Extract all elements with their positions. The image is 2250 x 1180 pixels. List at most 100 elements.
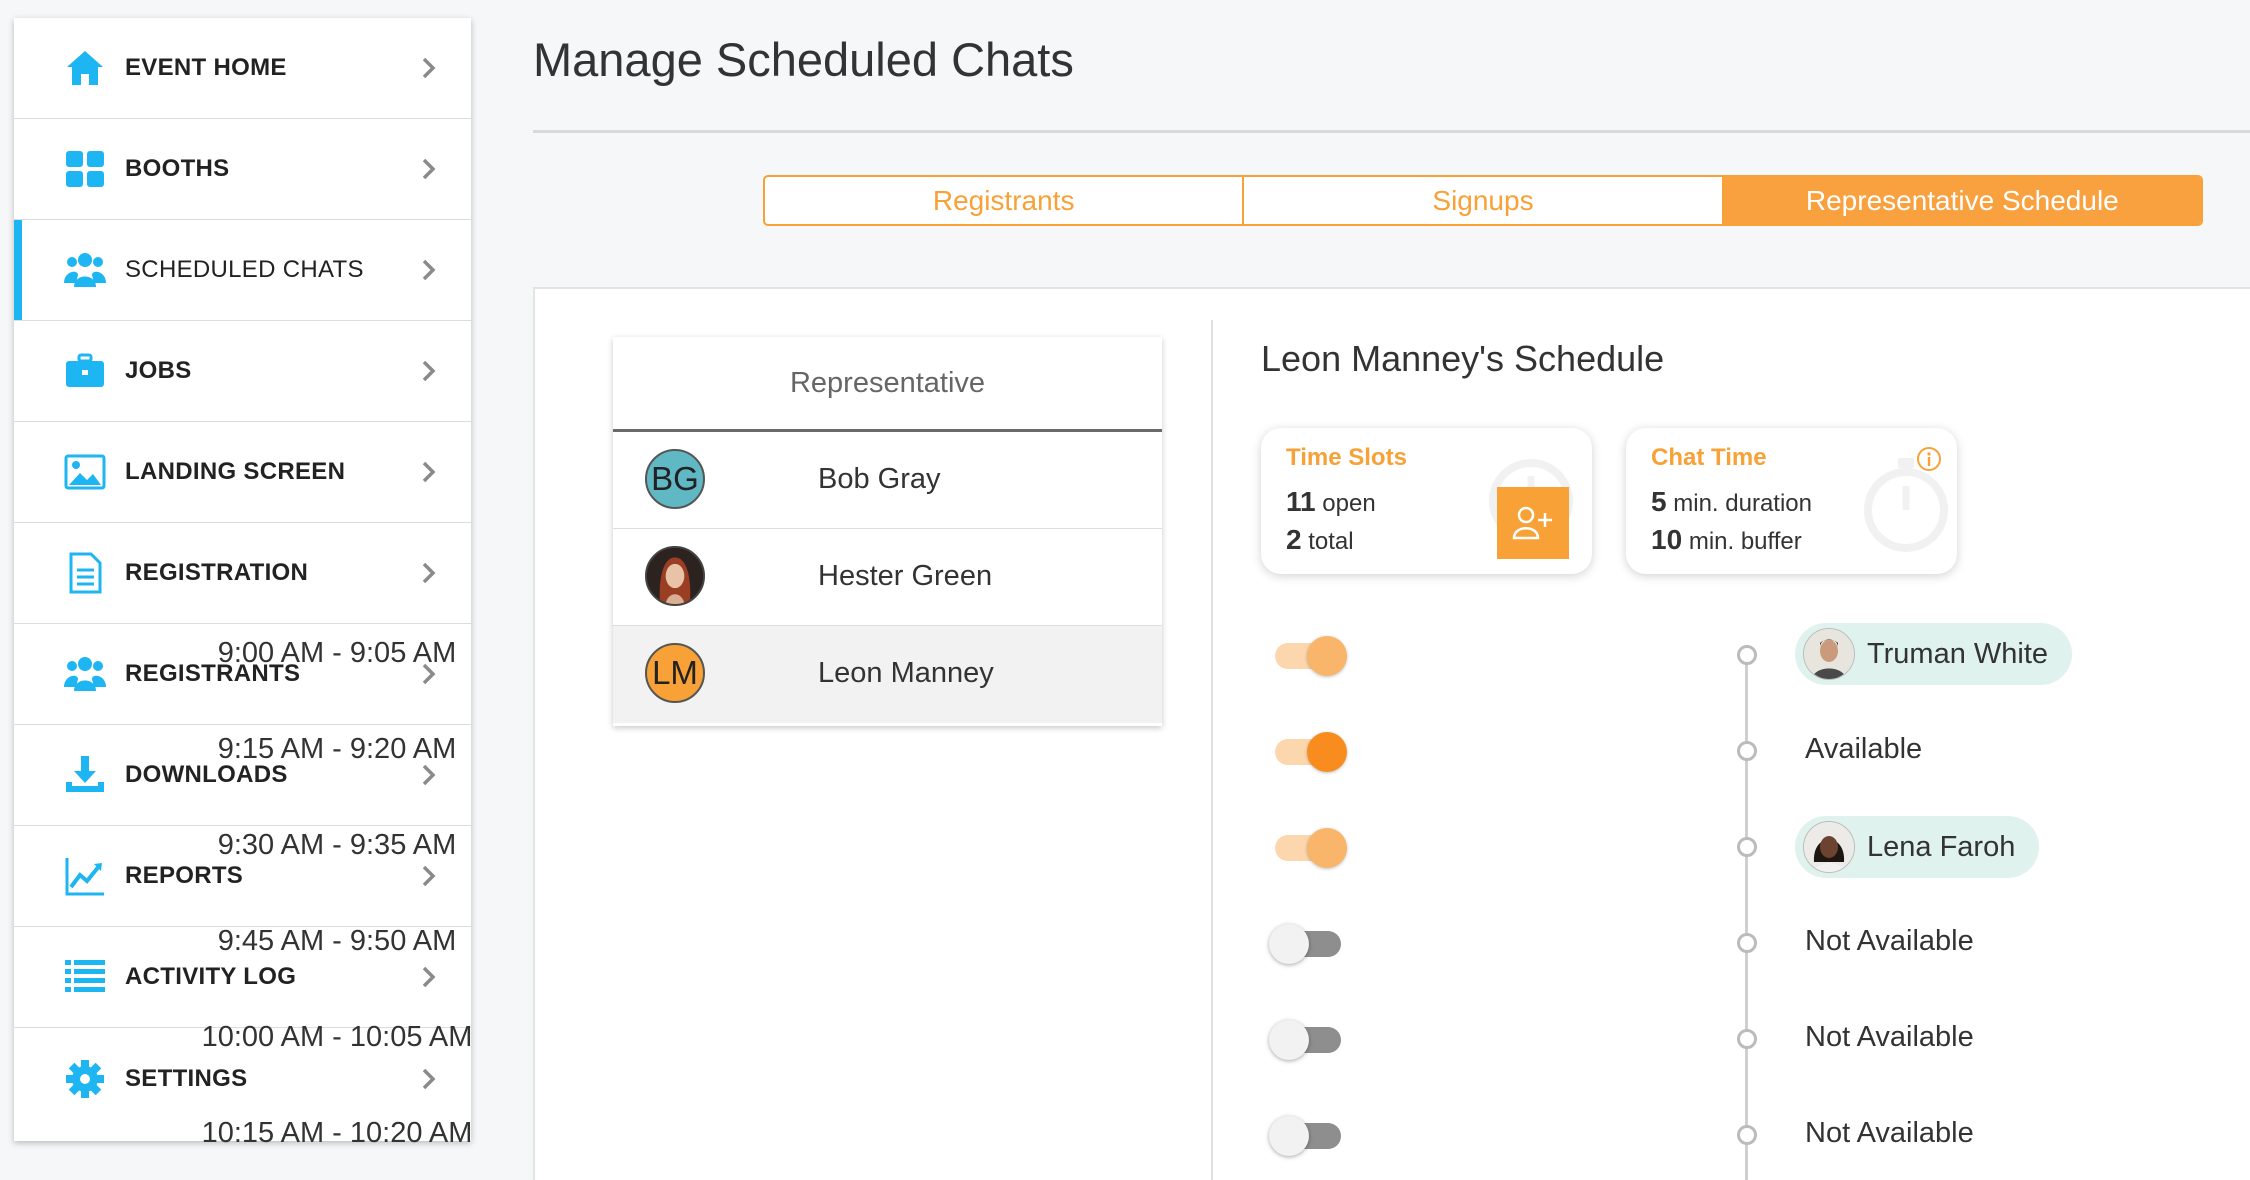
time-slots-title: Time Slots xyxy=(1286,444,1407,471)
sidebar-item-label: EVENT HOME xyxy=(125,54,287,81)
slot-toggle[interactable] xyxy=(1269,1116,1341,1156)
time-slot-row xyxy=(1261,1009,2161,1069)
avatar-initials: LM xyxy=(652,654,698,691)
avatar-initials: BG xyxy=(651,460,699,497)
users-icon xyxy=(64,249,106,291)
schedule-timeline xyxy=(1745,610,1748,1180)
chevron-right-icon xyxy=(422,663,436,685)
add-user-icon xyxy=(1512,506,1552,540)
chevron-right-icon xyxy=(422,1068,436,1089)
tab-registrants[interactable]: Registrants xyxy=(765,177,1242,224)
representative-name: Leon Manney xyxy=(818,657,994,689)
sidebar-item-scheduled-chats[interactable]: SCHEDULED CHATS xyxy=(14,220,471,321)
slot-toggle[interactable] xyxy=(1269,924,1341,964)
representative-name: Bob Gray xyxy=(818,463,941,495)
slot-status: Not Available xyxy=(1805,1021,1974,1053)
schedule-title: Leon Manney's Schedule xyxy=(1261,338,1665,379)
timeline-node xyxy=(1737,1125,1757,1145)
avatar xyxy=(1803,821,1855,873)
slot-toggle[interactable] xyxy=(1269,1020,1341,1060)
buffer-label: min. buffer xyxy=(1688,528,1802,555)
avatar xyxy=(645,546,705,606)
title-divider xyxy=(533,130,2250,133)
slot-toggle[interactable] xyxy=(1275,636,1347,676)
assignee-chip[interactable]: Truman White xyxy=(1795,623,2073,685)
chevron-right-icon xyxy=(422,57,436,79)
slot-toggle[interactable] xyxy=(1275,828,1347,868)
download-icon xyxy=(64,754,106,796)
duration-value: 5 xyxy=(1651,486,1667,517)
time-slot-row xyxy=(1261,1105,2161,1165)
avatar: LM xyxy=(645,643,705,703)
chevron-right-icon xyxy=(422,562,436,584)
sidebar-item-booths[interactable]: BOOTHS xyxy=(14,119,471,220)
column-header-representative: Representative xyxy=(613,337,1162,432)
sidebar-item-registration[interactable]: REGISTRATION xyxy=(14,523,471,624)
grid-icon xyxy=(64,148,106,190)
open-slots-count: 11 xyxy=(1286,486,1316,517)
time-slot-row xyxy=(1261,721,2161,781)
list-icon xyxy=(64,956,106,998)
image-icon xyxy=(64,451,106,493)
chevron-right-icon xyxy=(422,461,436,483)
sidebar-item-settings[interactable]: SETTINGS xyxy=(14,1028,471,1129)
sidebar-item-activity-log[interactable]: ACTIVITY LOG xyxy=(14,927,471,1028)
chevron-right-icon xyxy=(422,259,436,281)
timeline-node xyxy=(1737,837,1757,857)
timeline-node xyxy=(1737,741,1757,761)
tab-signups[interactable]: Signups xyxy=(1242,177,1721,224)
slot-status: Not Available xyxy=(1805,925,1974,957)
slot-toggle[interactable] xyxy=(1275,732,1347,772)
assignee-name: Lena Faroh xyxy=(1867,830,2016,863)
assignee-name: Truman White xyxy=(1867,637,2049,670)
sidebar-item-landing-screen[interactable]: LANDING SCREEN xyxy=(14,422,471,523)
chat-time-title: Chat Time xyxy=(1651,444,1767,471)
page-title: Manage Scheduled Chats xyxy=(533,33,1074,86)
users-icon xyxy=(64,653,106,695)
sidebar-item-label: JOBS xyxy=(125,357,192,384)
sidebar-item-reports[interactable]: REPORTS xyxy=(14,826,471,927)
sidebar-item-downloads[interactable]: DOWNLOADS xyxy=(14,725,471,826)
sidebar-item-label: REPORTS xyxy=(125,862,244,889)
chevron-right-icon xyxy=(422,865,436,887)
sidebar-item-label: REGISTRANTS xyxy=(125,660,301,687)
sidebar-item-label: REGISTRATION xyxy=(125,559,309,586)
tab-representative-schedule[interactable]: Representative Schedule xyxy=(1721,177,2201,224)
chart-icon xyxy=(64,855,106,897)
timeline-node xyxy=(1737,1029,1757,1049)
sidebar-nav: EVENT HOME BOOTHS SCHEDULED CHATS JOBS L… xyxy=(14,18,471,1141)
avatar xyxy=(1803,628,1855,680)
sidebar-item-label: LANDING SCREEN xyxy=(125,458,346,485)
sidebar-item-registrants[interactable]: REGISTRANTS xyxy=(14,624,471,725)
chat-time-card: Chat Time 5 min. duration 10 min. buffer xyxy=(1626,428,1957,574)
representative-table: Representative BG Bob Gray Hester Green … xyxy=(613,337,1162,726)
total-slots-count: 2 xyxy=(1286,524,1302,555)
slot-status: Not Available xyxy=(1805,1117,1974,1149)
assignee-chip[interactable]: Lena Faroh xyxy=(1795,816,2040,878)
representative-name: Hester Green xyxy=(818,560,993,592)
duration-label: min. duration xyxy=(1673,490,1812,517)
home-icon xyxy=(64,47,106,89)
panel-divider xyxy=(1211,320,1213,1180)
time-slot-row xyxy=(1261,913,2161,973)
buffer-value: 10 xyxy=(1651,524,1683,555)
sidebar-item-event-home[interactable]: EVENT HOME xyxy=(14,18,471,119)
sidebar-item-label: BOOTHS xyxy=(125,155,230,182)
briefcase-icon xyxy=(64,350,106,392)
chevron-right-icon xyxy=(422,360,436,382)
sidebar-item-label: ACTIVITY LOG xyxy=(125,963,297,990)
add-user-button[interactable] xyxy=(1497,487,1569,559)
chevron-right-icon xyxy=(422,764,436,786)
timeline-node xyxy=(1737,933,1757,953)
sidebar-item-label: DOWNLOADS xyxy=(125,761,288,788)
chevron-right-icon xyxy=(422,158,436,180)
document-icon xyxy=(64,552,106,594)
sidebar-item-jobs[interactable]: JOBS xyxy=(14,321,471,422)
table-row[interactable]: LM Leon Manney xyxy=(613,626,1162,723)
avatar-photo xyxy=(647,548,703,604)
info-icon[interactable] xyxy=(1916,446,1942,472)
table-row[interactable]: BG Bob Gray xyxy=(613,432,1162,529)
total-slots-label: total xyxy=(1308,528,1354,555)
open-slots-label: open xyxy=(1322,490,1376,517)
table-row[interactable]: Hester Green xyxy=(613,529,1162,626)
